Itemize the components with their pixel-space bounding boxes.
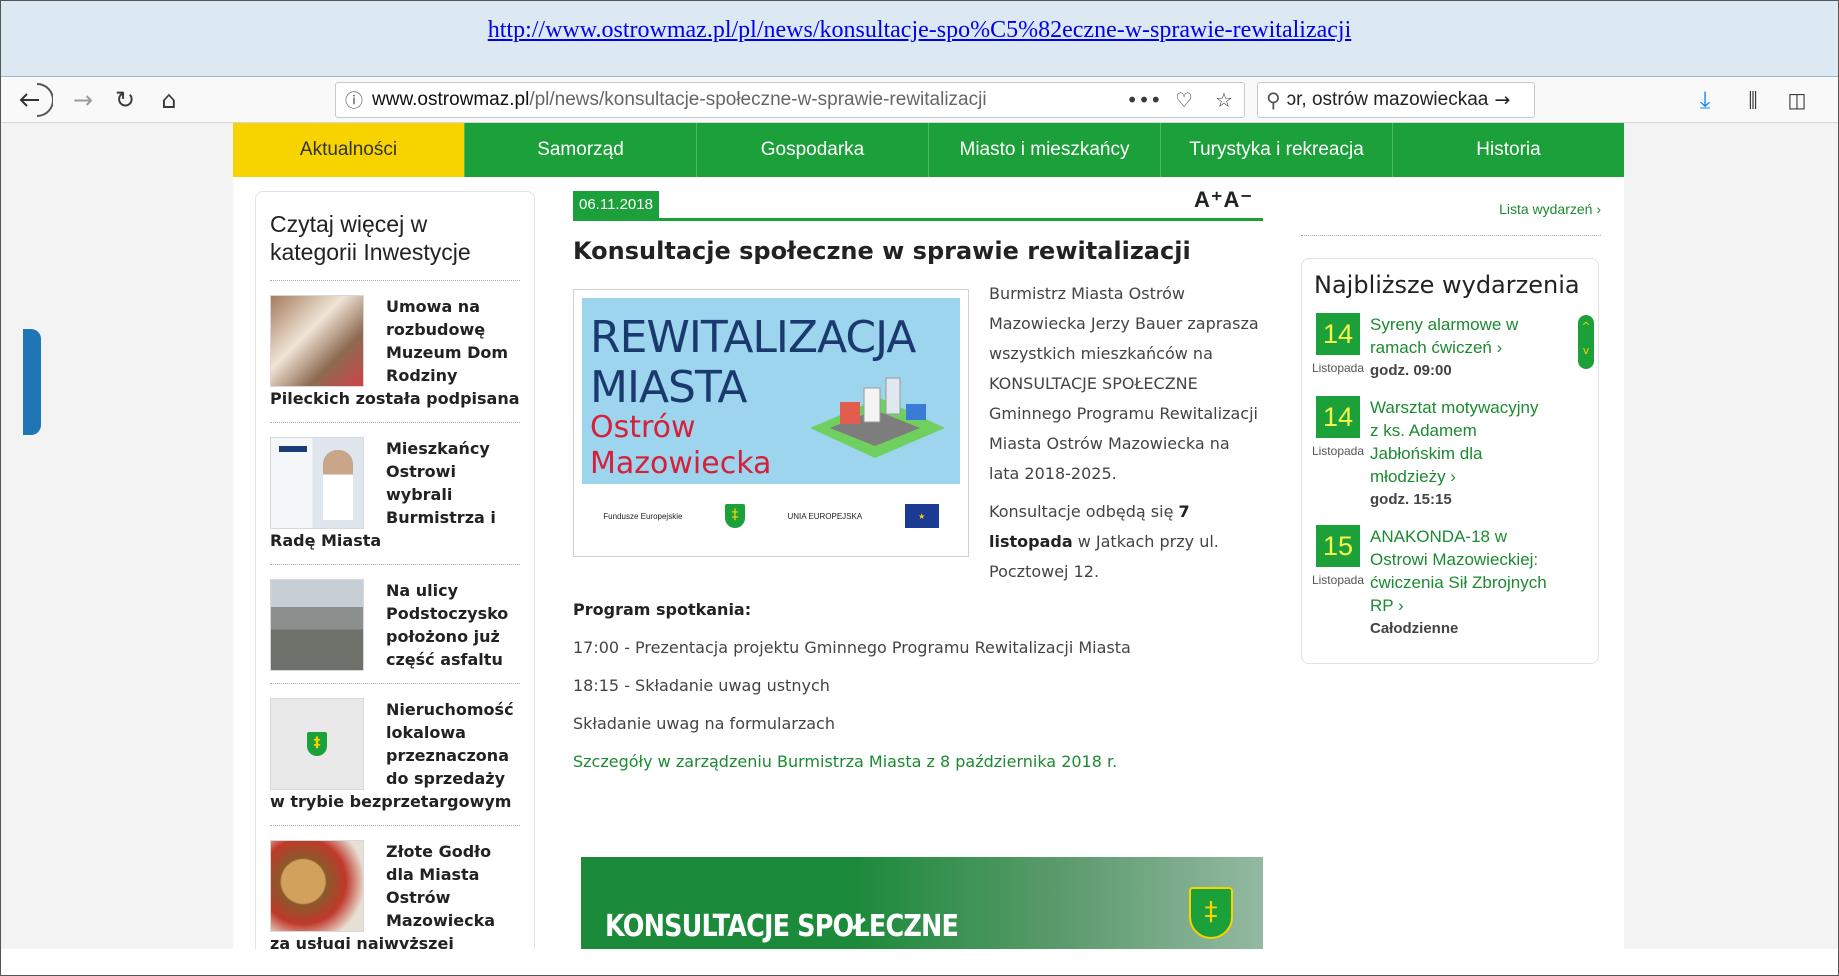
event-time: Całodzienne xyxy=(1370,620,1459,637)
hero-line: REWITALIZACJA xyxy=(590,312,916,363)
coat-of-arms-icon: ‡ xyxy=(307,732,327,756)
screenshot-frame: http://www.ostrowmaz.pl/pl/news/konsulta… xyxy=(0,0,1839,976)
font-size-icon[interactable]: A⁺A⁻ xyxy=(1194,191,1253,213)
article-title: Konsultacje społeczne w sprawie rewitali… xyxy=(573,237,1191,265)
hero-logos: Fundusze Europejskie ‡ UNIA EUROPEJSKA ★ xyxy=(582,484,960,548)
event-title[interactable]: Warsztat motywacyjny z ks. Adamem Jabłoń… xyxy=(1370,396,1550,488)
search-go-icon[interactable]: → xyxy=(1494,89,1510,111)
pocket-icon[interactable]: ♡ xyxy=(1164,88,1204,112)
banner-text: KONSULTACJE SPOŁECZNE xyxy=(605,909,959,944)
forward-icon[interactable]: → xyxy=(65,84,101,116)
related-item[interactable]: Złote Godło dla Miasta Ostrów Mazowiecka… xyxy=(270,826,520,949)
event-month: Listopada xyxy=(1311,361,1365,375)
hero-graphic: REWITALIZACJA MIASTA Ostrów Mazowiecka F… xyxy=(582,298,960,548)
caption-bar: http://www.ostrowmaz.pl/pl/news/konsulta… xyxy=(1,1,1838,77)
date-bar: 06.11.2018 xyxy=(573,191,1263,221)
eu-flag-icon: ★ xyxy=(904,504,939,528)
url-bar[interactable]: ⓘ www.ostrowmaz.pl/pl/news/konsultacje-s… xyxy=(335,82,1245,118)
events-scroll-arrows-icon[interactable]: ^ v xyxy=(1578,315,1594,369)
fundusze-logo: Fundusze Europejskie xyxy=(603,511,683,521)
nav-item-historia[interactable]: Historia xyxy=(1393,123,1624,177)
hero-line: Ostrów xyxy=(590,410,696,445)
related-item[interactable]: Umowa na rozbudowę Muzeum Dom Rodziny Pi… xyxy=(270,281,520,423)
download-icon[interactable]: ⤓ xyxy=(1687,84,1723,116)
nav-item-samorzad[interactable]: Samorząd xyxy=(465,123,697,177)
event-title[interactable]: ANAKONDA-18 w Ostrowi Mazowieckiej: ćwic… xyxy=(1370,525,1550,617)
back-icon[interactable] xyxy=(15,83,55,117)
events-heading: Najbliższe wydarzenia xyxy=(1314,271,1580,299)
nav-item-aktualnosci[interactable]: Aktualności xyxy=(233,123,465,177)
program-item: 17:00 - Prezentacja projektu Gminnego Pr… xyxy=(573,638,1131,657)
event-item[interactable]: 14 Listopada Syreny alarmowe w ramach ćw… xyxy=(1306,313,1598,382)
browser-toolbar: → ↻ ⌂ ⓘ www.ostrowmaz.pl/pl/news/konsult… xyxy=(1,78,1838,123)
details-link[interactable]: Szczegóły w zarządzeniu Burmistrza Miast… xyxy=(573,747,1263,777)
hero-line: MIASTA xyxy=(590,362,748,413)
consultation-banner[interactable]: KONSULTACJE SPOŁECZNE ‡ xyxy=(581,857,1263,949)
related-thumbnail[interactable] xyxy=(270,437,364,529)
caption-link[interactable]: http://www.ostrowmaz.pl/pl/news/konsulta… xyxy=(488,17,1352,44)
event-day: 15 xyxy=(1316,525,1360,567)
page-viewport: Aktualności Samorząd Gospodarka Miasto i… xyxy=(1,123,1838,949)
nav-item-miasto[interactable]: Miasto i mieszkańcy xyxy=(929,123,1161,177)
article-image[interactable]: REWITALIZACJA MIASTA Ostrów Mazowiecka F… xyxy=(573,289,969,557)
main-nav: Aktualności Samorząd Gospodarka Miasto i… xyxy=(233,123,1624,177)
related-heading: Czytaj więcej w kategorii Inwestycje xyxy=(270,210,520,281)
related-item[interactable]: ‡ Nieruchomość lokalowa przeznaczona do … xyxy=(270,684,520,826)
nav-item-turystyka[interactable]: Turystyka i rekreacja xyxy=(1161,123,1393,177)
search-bar[interactable]: ⚲ ɔr, ostrów mazowieckaa → xyxy=(1257,82,1535,118)
side-tab[interactable] xyxy=(23,329,41,435)
home-icon[interactable]: ⌂ xyxy=(151,84,187,116)
star-icon[interactable]: ☆ xyxy=(1204,88,1244,112)
article-date: 06.11.2018 xyxy=(573,191,659,218)
event-month: Listopada xyxy=(1311,444,1365,458)
events-list-link[interactable]: Lista wydarzeń › xyxy=(1301,191,1601,236)
related-news-box: Czytaj więcej w kategorii Inwestycje Umo… xyxy=(255,191,535,949)
related-item[interactable]: Na ulicy Podstoczysko położono już część… xyxy=(270,565,520,684)
program-heading: Program spotkania: xyxy=(573,600,752,619)
coat-of-arms-icon: ‡ xyxy=(1189,887,1233,939)
event-time: godz. 09:00 xyxy=(1370,362,1452,379)
program-item: Składanie uwag na formularzach xyxy=(573,714,835,733)
search-icon: ⚲ xyxy=(1266,88,1281,112)
url-text[interactable]: www.ostrowmaz.pl/pl/news/konsultacje-spo… xyxy=(372,89,1124,111)
events-sidebar: Lista wydarzeń › Najbliższe wydarzenia ^… xyxy=(1301,191,1601,664)
related-thumbnail[interactable] xyxy=(270,295,364,387)
search-text[interactable]: ɔr, ostrów mazowieckaa xyxy=(1287,89,1489,111)
event-day: 14 xyxy=(1316,313,1360,355)
related-thumbnail[interactable] xyxy=(270,840,364,932)
related-item[interactable]: Mieszkańcy Ostrowi wybrali Burmistrza i … xyxy=(270,423,520,565)
eu-label: UNIA EUROPEJSKA xyxy=(787,511,863,521)
bottom-margin xyxy=(1,949,1838,975)
event-month: Listopada xyxy=(1311,573,1365,587)
sidebar-icon[interactable]: ◫ xyxy=(1779,84,1815,116)
website: Aktualności Samorząd Gospodarka Miasto i… xyxy=(233,123,1624,949)
event-title[interactable]: Syreny alarmowe w ramach ćwiczeń › xyxy=(1370,313,1550,359)
city-illustration-icon xyxy=(810,377,945,458)
related-thumbnail[interactable]: ‡ xyxy=(270,698,364,790)
coat-of-arms-icon: ‡ xyxy=(724,504,745,528)
program-item: 18:15 - Składanie uwag ustnych xyxy=(573,676,830,695)
more-icon[interactable]: ••• xyxy=(1124,88,1164,112)
event-day: 14 xyxy=(1316,396,1360,438)
hero-line: Mazowiecka xyxy=(590,446,772,481)
reload-icon[interactable]: ↻ xyxy=(107,84,143,116)
related-title[interactable]: Na ulicy Podstoczysko położono już część… xyxy=(386,581,508,669)
article: A⁺A⁻ 06.11.2018 Konsultacje społeczne w … xyxy=(573,191,1263,949)
nav-item-gospodarka[interactable]: Gospodarka xyxy=(697,123,929,177)
event-time: godz. 15:15 xyxy=(1370,491,1452,508)
event-item[interactable]: 14 Listopada Warsztat motywacyjny z ks. … xyxy=(1306,396,1598,511)
events-box: Najbliższe wydarzenia ^ v 14 Listopada Sy… xyxy=(1301,258,1599,664)
info-icon[interactable]: ⓘ xyxy=(336,87,372,113)
event-item[interactable]: 15 Listopada ANAKONDA-18 w Ostrowi Mazow… xyxy=(1306,525,1598,640)
library-icon[interactable]: ⫼ xyxy=(1735,84,1771,116)
related-thumbnail[interactable] xyxy=(270,579,364,671)
